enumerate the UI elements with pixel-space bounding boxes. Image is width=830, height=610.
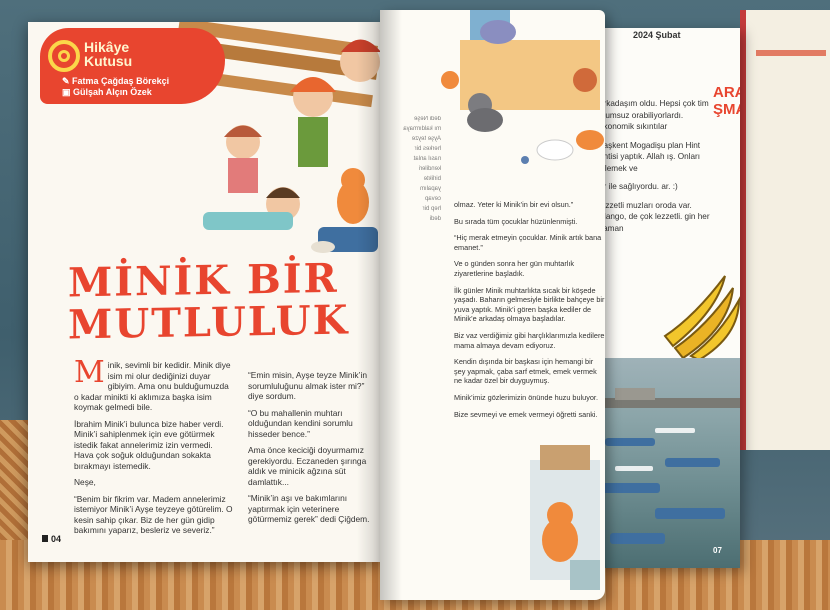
story-headline: MİNİK BİR MUTLULUK (68, 255, 350, 349)
page-number-right: 07 (713, 546, 722, 555)
third-page-text: arkadaşım oldu. Hepsi çok tim olumsuz or… (599, 98, 717, 241)
right-page: dedi Neşe mı kaldırmaya Ayşe teyze herke… (380, 10, 605, 600)
issue-date: 2024 Şubat (633, 30, 681, 40)
paragraph: Bize sevmeyi ve emek vermeyi öğretti san… (454, 409, 598, 419)
paragraph: Bu sırada tüm çocuklar hüzünlenmişti. (454, 216, 578, 226)
cats-shop-illustration (441, 10, 604, 164)
paragraph: Neşe, (74, 477, 96, 487)
series-title: Hikâye Kutusu (84, 39, 133, 69)
paragraph: İlk günler Minik muhtarlıkta sıcak bir k… (454, 285, 605, 324)
banana-illustration (663, 275, 740, 361)
harbor-photo (595, 358, 740, 568)
pencil-icon: ✎ (62, 76, 73, 86)
paragraph: “Hiç merak etmeyin çocuklar. Minik artık… (454, 233, 602, 252)
text-column-1: Minik, sevimli bir kedidir. Minik diye i… (74, 355, 234, 542)
paragraph: başkent Mogadişu plan Hint entisi yaptık… (599, 140, 701, 173)
credits: ✎ Fatma Çağdaş Börekçi ▣ Gülşah Alçın Öz… (62, 76, 169, 98)
paragraph: Biz vaz verdiğimiz gibi harçlıklarımızla… (454, 330, 605, 350)
author: Fatma Çağdaş Börekçi (72, 76, 170, 86)
heading-line: ARASI (713, 84, 740, 101)
paragraph: lezzetli muzları oroda var. Mango, de ço… (599, 200, 710, 233)
headline-line: MUTLULUK (68, 296, 350, 349)
illustrator: Gülşah Alçın Özek (73, 87, 152, 97)
third-page: 2024 Şubat arkadaşım oldu. Hepsi çok tim… (595, 28, 740, 568)
page-curl-shadow (380, 10, 402, 600)
left-page: Hikâye Kutusu ✎ Fatma Çağdaş Börekçi ▣ G… (28, 22, 383, 562)
dropcap: M (74, 355, 105, 390)
vet-cat-illustration (530, 445, 600, 590)
right-text-column: olmaz. Yeter ki Minik’in bir evi olsun.”… (454, 200, 605, 426)
series-badge: Hikâye Kutusu ✎ Fatma Çağdaş Börekçi ▣ G… (40, 28, 225, 104)
paragraph: Kendin dışında bir başkası için hemangi … (454, 357, 597, 386)
brush-icon: ▣ (62, 87, 74, 97)
series-logo-icon (48, 40, 80, 72)
background-book (740, 10, 830, 450)
third-page-heading: ARASI ŞMA (713, 84, 740, 118)
heading-line: ŞMA (713, 101, 740, 118)
paragraph: İbrahim Minik’i bulunca bize haber verdi… (74, 418, 224, 471)
paragraph: Ve o günden sonra her gün muhtarlık ziya… (454, 259, 575, 278)
paragraph: “Benim bir fikrim var. Madem annelerimiz… (74, 493, 233, 536)
paragraph: ar ile sağlıyordu. ar. :) (599, 182, 678, 191)
paragraph: arkadaşım oldu. Hepsi çok tim olumsuz or… (599, 99, 709, 131)
paragraph: Minik’imiz gözlerimizin önünde huzu bulu… (454, 392, 598, 402)
page-number-left: 04 (42, 534, 61, 544)
paragraph: olmaz. Yeter ki Minik’in bir evi olsun.” (454, 200, 574, 209)
